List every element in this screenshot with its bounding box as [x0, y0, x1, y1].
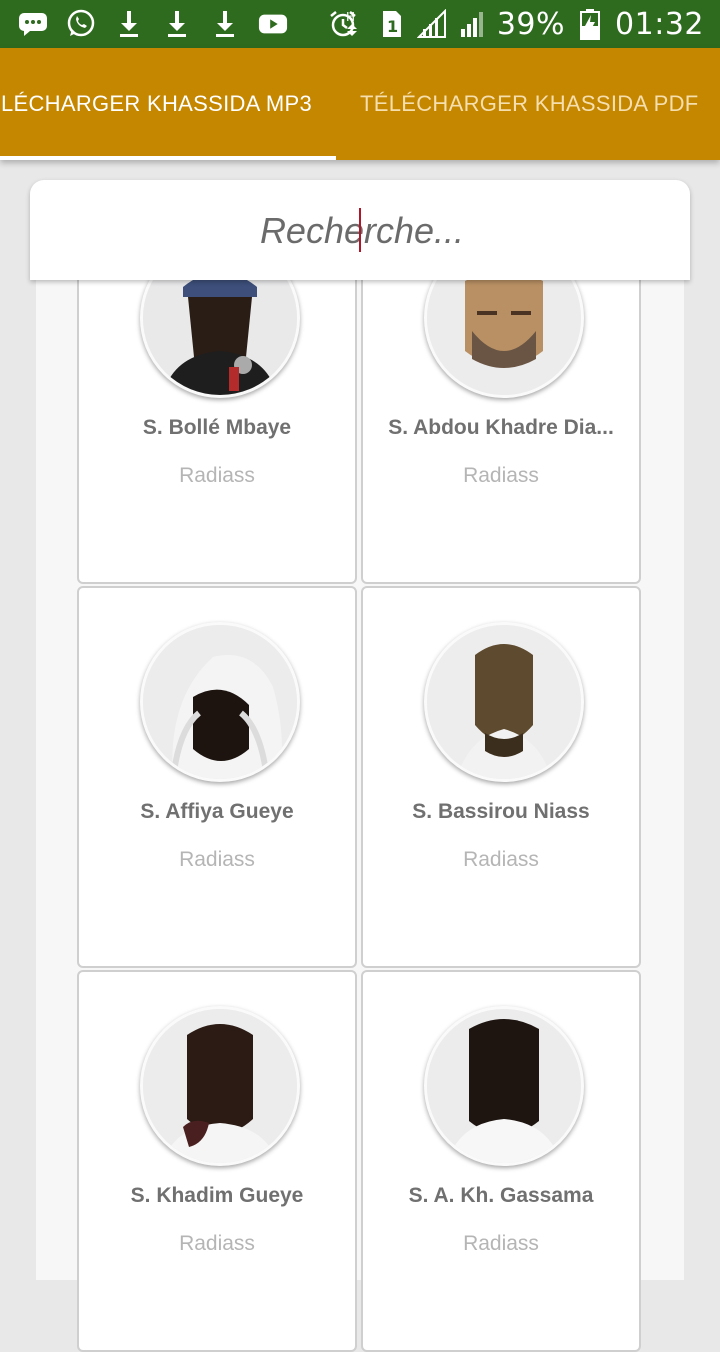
- system-status: H 1 39% 01:32: [337, 0, 704, 48]
- reciter-name: S. Bollé Mbaye: [142, 416, 292, 439]
- reciter-avatar: [424, 622, 584, 782]
- reciter-location: Radiass: [179, 848, 255, 871]
- search-input[interactable]: [30, 180, 694, 282]
- reciter-card[interactable]: S. Bollé Mbaye Radiass: [77, 238, 357, 584]
- signal-icon: [416, 9, 447, 39]
- reciter-avatar: [140, 622, 300, 782]
- download-icon: [114, 9, 144, 39]
- active-tab-indicator: [0, 156, 336, 160]
- reciter-card[interactable]: S. Bassirou Niass Radiass: [361, 586, 641, 968]
- reciter-name: S. Abdou Khadre Dia...: [388, 416, 614, 439]
- reciter-name: S. A. Kh. Gassama: [408, 1184, 594, 1207]
- reciter-name: S. Khadim Gueye: [130, 1184, 304, 1207]
- status-bar: H 1 39% 01:32: [0, 0, 720, 48]
- reciter-card[interactable]: S. Abdou Khadre Dia... Radiass: [361, 238, 641, 584]
- reciter-name: S. Bassirou Niass: [412, 800, 590, 823]
- reciter-card[interactable]: S. A. Kh. Gassama Radiass: [361, 970, 641, 1352]
- signal-icon: [457, 9, 487, 39]
- svg-text:1: 1: [387, 17, 398, 36]
- sim-1-icon: 1: [377, 9, 407, 39]
- reciter-location: Radiass: [179, 464, 255, 487]
- reciter-location: Radiass: [463, 464, 539, 487]
- text-cursor: [359, 208, 361, 252]
- youtube-icon: [258, 9, 288, 39]
- battery-percent: 39%: [496, 6, 566, 42]
- reciter-location: Radiass: [463, 848, 539, 871]
- reciter-card[interactable]: S. Khadim Gueye Radiass: [77, 970, 357, 1352]
- data-arrows-icon: H: [337, 9, 367, 39]
- tab-download-mp3[interactable]: TÉLÉCHARGER KHASSIDA MP3: [0, 48, 336, 160]
- battery-charging-icon: [575, 9, 605, 40]
- whatsapp-icon: [66, 9, 96, 39]
- reciter-location: Radiass: [179, 1232, 255, 1255]
- clock: 01:32: [615, 6, 704, 42]
- reciter-avatar: [140, 1006, 300, 1166]
- tab-download-pdf[interactable]: TÉLÉCHARGER KHASSIDA PDF: [360, 48, 699, 160]
- reciter-location: Radiass: [463, 1232, 539, 1255]
- reciter-avatar: [424, 1006, 584, 1166]
- tab-bar: TÉLÉCHARGER KHASSIDA MP3 TÉLÉCHARGER KHA…: [0, 48, 720, 160]
- download-icon: [162, 9, 192, 39]
- svg-text:H: H: [346, 10, 355, 24]
- reciter-card[interactable]: S. Affiya Gueye Radiass: [77, 586, 357, 968]
- notification-icons: [18, 0, 358, 48]
- chat-icon: [18, 9, 48, 39]
- reciter-name: S. Affiya Gueye: [140, 800, 294, 823]
- download-icon: [210, 9, 240, 39]
